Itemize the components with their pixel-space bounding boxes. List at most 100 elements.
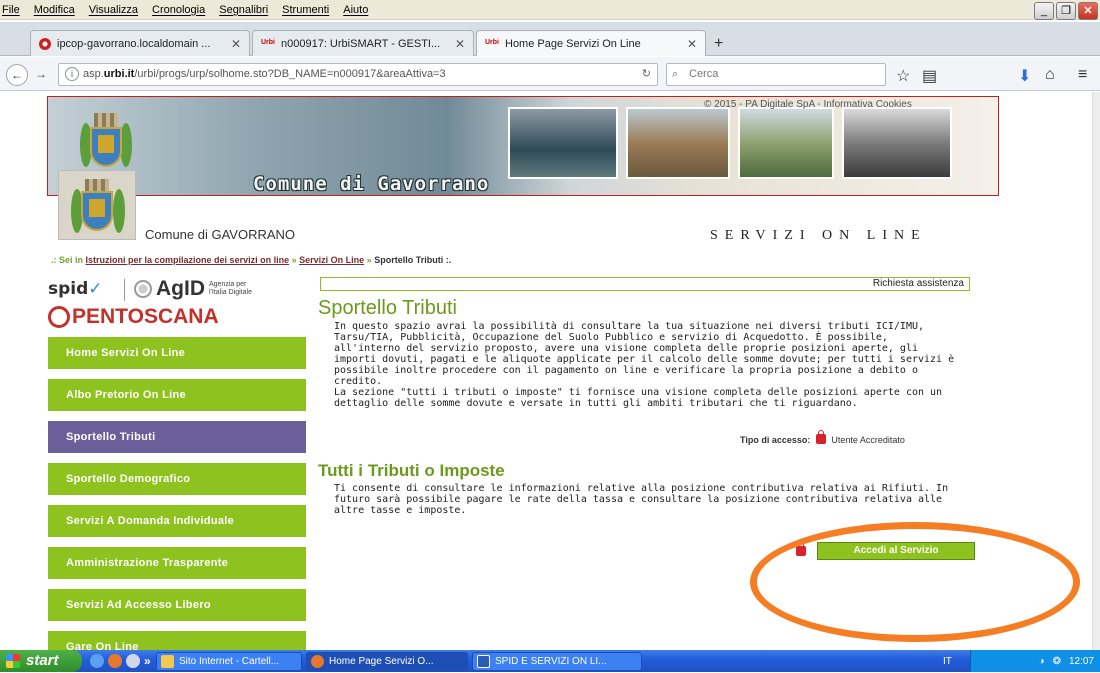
menu-icon[interactable]: ≡ [1078, 66, 1087, 84]
breadcrumb-current: Sportello Tributi :. [374, 255, 452, 265]
servizi-on-line-heading: SERVIZI ON LINE [710, 228, 927, 243]
vertical-scrollbar[interactable] [1092, 92, 1100, 650]
sidebar: Home Servizi On Line Albo Pretorio On Li… [48, 337, 306, 673]
coat-of-arms-icon [80, 113, 132, 173]
breadcrumb-link-istruzioni[interactable]: Istruzioni per la compilazione dei servi… [86, 255, 290, 265]
urbi-icon: Urbi [485, 38, 499, 46]
lock-icon [815, 430, 826, 444]
firefox-icon [311, 654, 324, 668]
agid-emblem-icon [134, 280, 152, 298]
tab-ipcop[interactable]: ipcop-gavorrano.localdomain ... ✕ [30, 30, 250, 56]
breadcrumb-link-servizi[interactable]: Servizi On Line [299, 255, 364, 265]
url-bar[interactable]: i asp.urbi.it/urbi/progs/urp/solhome.sto… [58, 63, 658, 86]
nav-bar: ← → i asp.urbi.it/urbi/progs/urp/solhome… [0, 57, 1100, 91]
word-icon [477, 654, 490, 668]
menu-segnalibri[interactable]: Segnalibri [219, 4, 268, 16]
close-tab-icon[interactable]: ✕ [231, 37, 241, 51]
breadcrumb-prefix: .: Sei in [51, 255, 84, 265]
folder-icon [161, 654, 174, 668]
sidebar-item-home-servizi[interactable]: Home Servizi On Line [48, 337, 306, 369]
firefox-icon[interactable] [108, 654, 122, 668]
ie-icon[interactable] [90, 654, 104, 668]
reading-list-icon[interactable]: ▤ [922, 66, 937, 86]
bookmark-star-icon[interactable]: ☆ [896, 66, 910, 86]
subsection-description: Ti consente di consultare le informazion… [334, 483, 949, 516]
window-controls: _ ❐ ✕ [1034, 2, 1098, 20]
search-input[interactable]: ⌕ Cerca [666, 63, 886, 86]
ql-extra-icon[interactable] [126, 654, 140, 668]
banner-photo-1 [508, 107, 618, 179]
comune-logo-icon [58, 170, 136, 240]
tray-app-icon[interactable]: ❂ [1053, 656, 1061, 667]
banner-title: Comune di Gavorrano [253, 173, 490, 195]
sidebar-item-sportello-demografico[interactable]: Sportello Demografico [48, 463, 306, 495]
info-icon[interactable]: i [65, 67, 79, 81]
tab-home-page[interactable]: Urbi Home Page Servizi On Line ✕ [476, 30, 706, 56]
sidebar-item-amministrazione-trasparente[interactable]: Amministrazione Trasparente [48, 547, 306, 579]
sidebar-item-accesso-libero[interactable]: Servizi Ad Accesso Libero [48, 589, 306, 621]
system-tray: IT ◑ ❂ 12:07 [943, 650, 1100, 672]
home-icon[interactable]: ⌂ [1045, 66, 1055, 84]
menu-visualizza[interactable]: Visualizza [89, 4, 138, 16]
copyright-text[interactable]: © 2015 - PA Digitale SpA - Informativa C… [704, 99, 912, 110]
access-value: Utente Accreditato [831, 435, 905, 445]
tab-urbismart[interactable]: Urbi n000917: UrbiSMART - GESTI... ✕ [252, 30, 474, 56]
access-type: Tipo di accesso: Utente Accreditato [740, 430, 905, 445]
close-tab-icon[interactable]: ✕ [687, 37, 697, 51]
access-label: Tipo di accesso: [740, 435, 811, 445]
sidebar-item-albo-pretorio[interactable]: Albo Pretorio On Line [48, 379, 306, 411]
url-host: urbi.it [103, 68, 135, 80]
page-title: Sportello Tributi [318, 297, 457, 319]
reload-icon[interactable]: ↻ [642, 64, 651, 85]
start-button[interactable]: start [0, 650, 82, 672]
close-window-button[interactable]: ✕ [1078, 2, 1098, 20]
task-sito-internet[interactable]: Sito Internet - Cartell... [156, 651, 302, 671]
taskbar: start » Sito Internet - Cartell... Home … [0, 650, 1100, 672]
task-home-page[interactable]: Home Page Servizi O... [306, 651, 468, 671]
back-button[interactable]: ← [6, 64, 28, 86]
ql-more-icon[interactable]: » [144, 654, 151, 668]
clock: 12:07 [1068, 655, 1094, 667]
search-icon: ⌕ [672, 68, 679, 80]
subsection-title: Tutti i Tributi o Imposte [318, 461, 505, 480]
search-placeholder: Cerca [689, 68, 719, 80]
highlight-ellipse [750, 522, 1080, 642]
section-description: In questo spazio avrai la possibilità di… [334, 321, 955, 409]
agid-logo[interactable]: AgID Agenzia per l'Italia Digitale [134, 277, 252, 301]
comune-name: Comune di GAVORRANO [145, 227, 296, 242]
download-icon[interactable]: ⬇ [1018, 66, 1031, 86]
spid-logo[interactable]: spid✓ [48, 279, 103, 299]
sidebar-item-domanda-individuale[interactable]: Servizi A Domanda Individuale [48, 505, 306, 537]
language-indicator[interactable]: IT [943, 656, 952, 667]
urbi-icon: Urbi [261, 38, 275, 46]
new-tab-icon[interactable]: + [714, 35, 723, 53]
opentoscana-logo[interactable]: PENTOSCANA [48, 305, 219, 329]
menu-bar: File Modifica Visualizza Cronologia Segn… [0, 0, 1100, 20]
tab-label: ipcop-gavorrano.localdomain ... [57, 37, 211, 50]
banner-photo-3 [738, 107, 834, 179]
sidebar-item-sportello-tributi[interactable]: Sportello Tributi [48, 421, 306, 453]
logos-area: spid✓ AgID Agenzia per l'Italia Digitale … [48, 277, 263, 337]
forward-button[interactable]: → [30, 64, 52, 86]
menu-file[interactable]: File [2, 4, 20, 16]
header-banner: Comune di Gavorrano © 2015 - PA Digitale… [47, 96, 999, 196]
menu-modifica[interactable]: Modifica [34, 4, 75, 16]
richiesta-assistenza-link[interactable]: Richiesta assistenza [320, 277, 970, 291]
restore-button[interactable]: ❐ [1056, 2, 1076, 20]
task-spid-document[interactable]: SPID E SERVIZI ON LI... [472, 651, 642, 671]
web-page: Comune di Gavorrano © 2015 - PA Digitale… [0, 92, 1100, 663]
menu-strumenti[interactable]: Strumenti [282, 4, 329, 16]
minimize-button[interactable]: _ [1034, 2, 1054, 20]
tab-bar: ipcop-gavorrano.localdomain ... ✕ Urbi n… [0, 22, 1100, 56]
menu-cronologia[interactable]: Cronologia [152, 4, 205, 16]
tray-network-icon[interactable]: ◑ [1039, 656, 1045, 667]
ipcop-icon [39, 37, 51, 50]
close-tab-icon[interactable]: ✕ [455, 37, 465, 51]
url-path: /urbi/progs/urp/solhome.sto?DB_NAME=n000… [134, 68, 446, 80]
logo-divider [124, 279, 125, 301]
opentoscana-o-icon [48, 306, 70, 328]
tab-label: Home Page Servizi On Line [505, 37, 641, 50]
banner-photo-4 [842, 107, 952, 179]
tab-label: n000917: UrbiSMART - GESTI... [281, 37, 441, 50]
menu-aiuto[interactable]: Aiuto [343, 4, 368, 16]
